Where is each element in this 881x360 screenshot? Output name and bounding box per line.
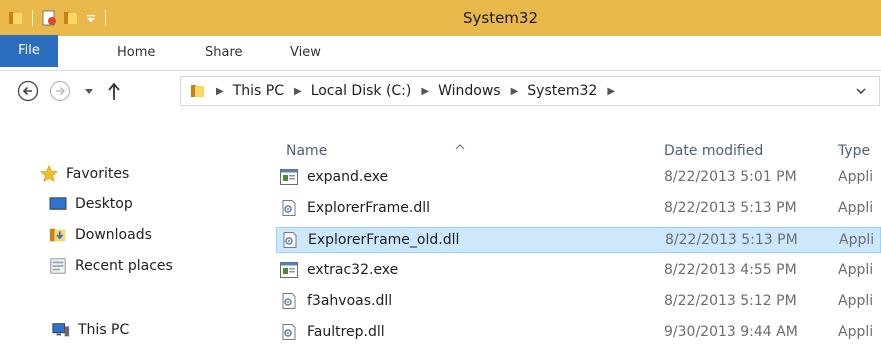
file-date-modified: 8/22/2013 5:12 PM bbox=[664, 293, 797, 309]
file-date-modified: 9/30/2013 9:44 AM bbox=[664, 324, 798, 340]
title-bar: System32 bbox=[0, 0, 881, 36]
file-name: extrac32.exe bbox=[307, 262, 399, 278]
nav-desktop[interactable]: Desktop bbox=[49, 191, 133, 217]
folder-icon bbox=[191, 85, 204, 97]
dll-icon bbox=[281, 232, 299, 248]
column-header-name[interactable]: Name bbox=[286, 143, 327, 159]
address-bar[interactable]: ▶ This PC ▶ Local Disk (C:) ▶ Windows ▶ … bbox=[180, 76, 880, 106]
tab-file[interactable]: File bbox=[0, 35, 58, 67]
tab-view[interactable]: View bbox=[290, 36, 321, 70]
file-row[interactable]: expand.exe 8/22/2013 5:01 PM Appli bbox=[276, 165, 881, 191]
nav-favorites-label: Favorites bbox=[66, 166, 130, 182]
star-icon bbox=[40, 165, 58, 182]
chevron-right-icon[interactable]: ▶ bbox=[294, 86, 302, 97]
file-type: Appli bbox=[838, 200, 874, 216]
window-title: System32 bbox=[462, 9, 539, 27]
chevron-right-icon[interactable]: ▶ bbox=[216, 86, 224, 97]
file-list: Name Date modified Type expand.exe 8/22/2… bbox=[262, 113, 881, 360]
chevron-right-icon[interactable]: ▶ bbox=[421, 86, 429, 97]
computer-icon bbox=[52, 323, 70, 337]
nav-this-pc[interactable]: This PC bbox=[52, 317, 129, 343]
file-name: ExplorerFrame.dll bbox=[307, 200, 431, 216]
breadcrumb-local-disk[interactable]: Local Disk (C:) bbox=[311, 83, 412, 99]
desktop-icon bbox=[49, 197, 67, 210]
file-type: Appli bbox=[838, 293, 874, 309]
tab-home[interactable]: Home bbox=[117, 36, 155, 70]
recent-places-icon bbox=[50, 258, 66, 274]
file-row[interactable]: ExplorerFrame.dll 8/22/2013 5:13 PM Appli bbox=[276, 196, 881, 222]
nav-recent-places[interactable]: Recent places bbox=[49, 253, 173, 279]
nav-favorites[interactable]: Favorites bbox=[40, 161, 129, 187]
forward-button[interactable] bbox=[49, 80, 71, 102]
downloads-icon bbox=[49, 228, 66, 242]
ribbon-tabs: File Home Share View bbox=[0, 35, 881, 71]
file-row[interactable]: extrac32.exe 8/22/2013 4:55 PM Appli bbox=[276, 258, 881, 284]
up-arrow-icon[interactable] bbox=[106, 80, 122, 102]
file-date-modified: 8/22/2013 5:01 PM bbox=[664, 169, 797, 185]
file-name: Faultrep.dll bbox=[307, 324, 385, 340]
exe-icon bbox=[280, 169, 298, 185]
chevron-down-icon[interactable] bbox=[855, 85, 867, 97]
recent-locations-chevron-icon[interactable] bbox=[84, 82, 94, 100]
column-header-type[interactable]: Type bbox=[838, 143, 870, 159]
file-date-modified: 8/22/2013 4:55 PM bbox=[664, 262, 797, 278]
dll-icon bbox=[280, 200, 298, 216]
file-type: Appli bbox=[838, 324, 874, 340]
file-row[interactable]: f3ahvoas.dll 8/22/2013 5:12 PM Appli bbox=[276, 289, 881, 315]
nav-downloads[interactable]: Downloads bbox=[49, 222, 152, 248]
file-row[interactable]: ExplorerFrame_old.dll 8/22/2013 5:13 PM Ap… bbox=[276, 227, 881, 253]
navigation-bar: ▶ This PC ▶ Local Disk (C:) ▶ Windows ▶ … bbox=[0, 71, 881, 113]
dll-icon bbox=[280, 293, 298, 309]
breadcrumb-windows[interactable]: Windows bbox=[438, 83, 501, 99]
dll-icon bbox=[280, 324, 298, 340]
file-row[interactable]: Faultrep.dll 9/30/2013 9:44 AM Appli bbox=[276, 320, 881, 346]
file-name: f3ahvoas.dll bbox=[307, 293, 393, 309]
file-date-modified: 8/22/2013 5:13 PM bbox=[665, 232, 798, 248]
navigation-pane: Favorites Desktop Downloads Recent place… bbox=[0, 113, 262, 360]
column-headers: Name Date modified Type bbox=[262, 113, 881, 163]
breadcrumb-system32[interactable]: System32 bbox=[527, 83, 597, 99]
column-header-date-modified[interactable]: Date modified bbox=[664, 143, 763, 159]
nav-desktop-label: Desktop bbox=[75, 196, 133, 212]
nav-downloads-label: Downloads bbox=[75, 227, 152, 243]
sort-ascending-icon bbox=[455, 144, 465, 150]
exe-icon bbox=[280, 262, 298, 278]
file-date-modified: 8/22/2013 5:13 PM bbox=[664, 200, 797, 216]
breadcrumb-this-pc[interactable]: This PC bbox=[233, 83, 284, 99]
file-type: Appli bbox=[838, 262, 874, 278]
chevron-right-icon[interactable]: ▶ bbox=[511, 86, 519, 97]
back-button[interactable] bbox=[17, 80, 39, 102]
file-name: ExplorerFrame_old.dll bbox=[308, 232, 460, 248]
tab-share[interactable]: Share bbox=[205, 36, 243, 70]
file-type: Appli bbox=[838, 169, 874, 185]
chevron-right-icon[interactable]: ▶ bbox=[607, 86, 615, 97]
file-name: expand.exe bbox=[307, 169, 389, 185]
nav-this-pc-label: This PC bbox=[78, 322, 130, 338]
file-type: Appli bbox=[839, 232, 875, 248]
nav-recent-places-label: Recent places bbox=[75, 258, 173, 274]
